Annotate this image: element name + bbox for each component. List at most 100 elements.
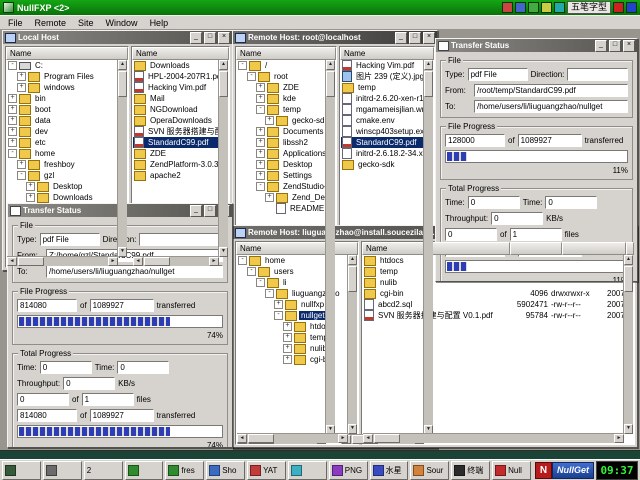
tree-item[interactable]: + bin (7, 93, 127, 104)
taskbar-app-button[interactable] (43, 461, 82, 480)
taskbar-app-button[interactable]: PNG (329, 461, 368, 480)
column-header-name[interactable]: Name (6, 47, 128, 60)
tree-item[interactable]: + htdocs (237, 321, 357, 332)
taskbar-app-button[interactable]: YAT (247, 461, 286, 480)
tree-item[interactable]: - home (7, 148, 127, 159)
time-elapsed-field[interactable]: 0 (468, 196, 520, 209)
column-header-name[interactable]: Name (236, 242, 358, 255)
tree-item[interactable]: - li (237, 277, 357, 288)
ime-icon[interactable] (515, 2, 526, 13)
scroll-arrow[interactable]: ◄ (363, 434, 373, 443)
horizontal-scrollbar[interactable]: ◄► (363, 433, 624, 443)
nullget-tray-button[interactable]: N NullGet (535, 462, 594, 479)
minimize-button[interactable]: _ (595, 40, 607, 52)
tree-expander[interactable]: - (274, 311, 283, 320)
file-row[interactable]: 图片 239 (定义).jpg (341, 71, 433, 82)
horizontal-scrollbar[interactable]: ◄► (133, 256, 219, 266)
taskbar-app-button[interactable]: 2 (84, 461, 123, 480)
column-header-name[interactable]: Name (362, 242, 510, 255)
taskbar-app-button[interactable]: Sour (410, 461, 449, 480)
file-row[interactable]: HPL-2004-207R1.pdf (133, 71, 228, 82)
tree-item[interactable]: + ZDE (237, 82, 335, 93)
close-button[interactable]: × (218, 32, 230, 44)
scroll-arrow[interactable]: ▼ (348, 424, 357, 434)
scroll-arrow[interactable]: ◄ (7, 257, 17, 266)
tree-item[interactable]: + nullfxp (237, 299, 357, 310)
maximize-button[interactable]: □ (204, 32, 216, 44)
tree-expander[interactable]: - (8, 61, 17, 70)
taskbar-app-button[interactable]: 水星 (370, 461, 409, 480)
file-row[interactable]: ZDE (133, 148, 228, 159)
tree-item[interactable]: + etc (7, 137, 127, 148)
scroll-arrow[interactable]: ▲ (118, 60, 127, 70)
taskbar-app-button[interactable]: Null (492, 461, 531, 480)
tree-expander[interactable]: + (256, 160, 265, 169)
horizontal-scrollbar[interactable]: ◄► (237, 433, 348, 443)
scroll-track[interactable] (348, 293, 357, 424)
file-row[interactable]: Mail (133, 93, 228, 104)
file-row[interactable]: NGDownload (133, 104, 228, 115)
file-row[interactable]: ZendPlatform-3.0.3-linux (133, 159, 228, 170)
tree-item[interactable]: - users (237, 266, 357, 277)
vertical-scrollbar[interactable]: ▲▼ (347, 255, 357, 434)
tree-expander[interactable]: - (256, 278, 265, 287)
close-button[interactable]: × (623, 40, 635, 52)
maximize-button[interactable]: □ (609, 40, 621, 52)
file-row[interactable]: initrd-2.6.18.2-34.xen (341, 148, 433, 159)
scroll-thumb[interactable] (118, 71, 127, 97)
taskbar-app-button[interactable]: fres (165, 461, 204, 480)
ime-icon[interactable] (554, 2, 565, 13)
tree-expander[interactable]: + (283, 333, 292, 342)
column-header-date[interactable] (626, 242, 634, 255)
type-field[interactable]: pdf File (468, 68, 528, 81)
vertical-scrollbar[interactable]: ▲▼ (325, 60, 335, 435)
vertical-scrollbar[interactable]: ▲▼ (623, 255, 633, 434)
tree-item[interactable]: - liuguangzhao (237, 288, 357, 299)
tree-item[interactable]: - ZendStudio-5.5.0 (237, 181, 335, 192)
scroll-arrow[interactable]: ▲ (624, 255, 633, 265)
tree-item[interactable]: + Desktop (7, 181, 127, 192)
horizontal-scrollbar[interactable]: ◄► (7, 256, 118, 266)
scroll-track[interactable] (219, 98, 228, 247)
local-host-titlebar[interactable]: Local Host _ □ × (3, 31, 232, 44)
scroll-arrow[interactable]: ► (108, 257, 118, 266)
taskbar-app-button[interactable]: 终端 (451, 461, 490, 480)
files-total-field[interactable]: 1 (82, 393, 134, 406)
tree-item[interactable]: - nullget (237, 310, 357, 321)
scroll-arrow[interactable]: ▼ (118, 247, 127, 257)
scroll-track[interactable] (424, 98, 433, 425)
tree-item[interactable]: + Settings (237, 170, 335, 181)
time-elapsed-field[interactable]: 0 (40, 361, 92, 374)
file-row[interactable]: winscp403setup.exe (341, 126, 433, 137)
file-bytes-done-field[interactable]: 814080 (17, 299, 77, 312)
column-header-name[interactable]: Name (132, 47, 229, 60)
files-done-field[interactable]: 0 (17, 393, 69, 406)
time-remaining-field[interactable]: 0 (117, 361, 169, 374)
tree-item[interactable]: + windows (7, 82, 127, 93)
scroll-arrow[interactable]: ◄ (237, 434, 247, 443)
column-header-name[interactable]: Name (340, 47, 434, 60)
tree-expander[interactable]: + (8, 94, 17, 103)
menu-item[interactable]: Site (72, 18, 100, 28)
file-row[interactable]: gecko-sdk (341, 159, 433, 170)
file-row[interactable]: Downloads (133, 60, 228, 71)
ime-icon[interactable] (528, 2, 539, 13)
file-row[interactable]: apache2 (133, 170, 228, 181)
scroll-arrow[interactable]: ▲ (326, 60, 335, 70)
tree-expander[interactable]: - (238, 256, 247, 265)
tree-expander[interactable]: + (274, 300, 283, 309)
scroll-track[interactable] (326, 98, 335, 425)
to-field[interactable]: /home/users/li/liuguangzhao/nullget (46, 265, 223, 278)
file-row[interactable]: SVN 服务器搭建与配置 V0.1.pdf (133, 126, 228, 137)
tree-expander[interactable]: + (256, 149, 265, 158)
file-row[interactable]: cmake.env (341, 115, 433, 126)
menu-item[interactable]: File (2, 18, 29, 28)
tree-item[interactable]: + temp (237, 332, 357, 343)
file-row[interactable]: initrd-2.6.20-xen-r1.img (341, 93, 433, 104)
tree-expander[interactable]: + (256, 83, 265, 92)
taskbar-app-button[interactable] (288, 461, 327, 480)
tree-expander[interactable]: + (8, 105, 17, 114)
column-header-size[interactable] (510, 242, 562, 255)
menu-item[interactable]: Window (100, 18, 144, 28)
tree-expander[interactable]: - (238, 61, 247, 70)
